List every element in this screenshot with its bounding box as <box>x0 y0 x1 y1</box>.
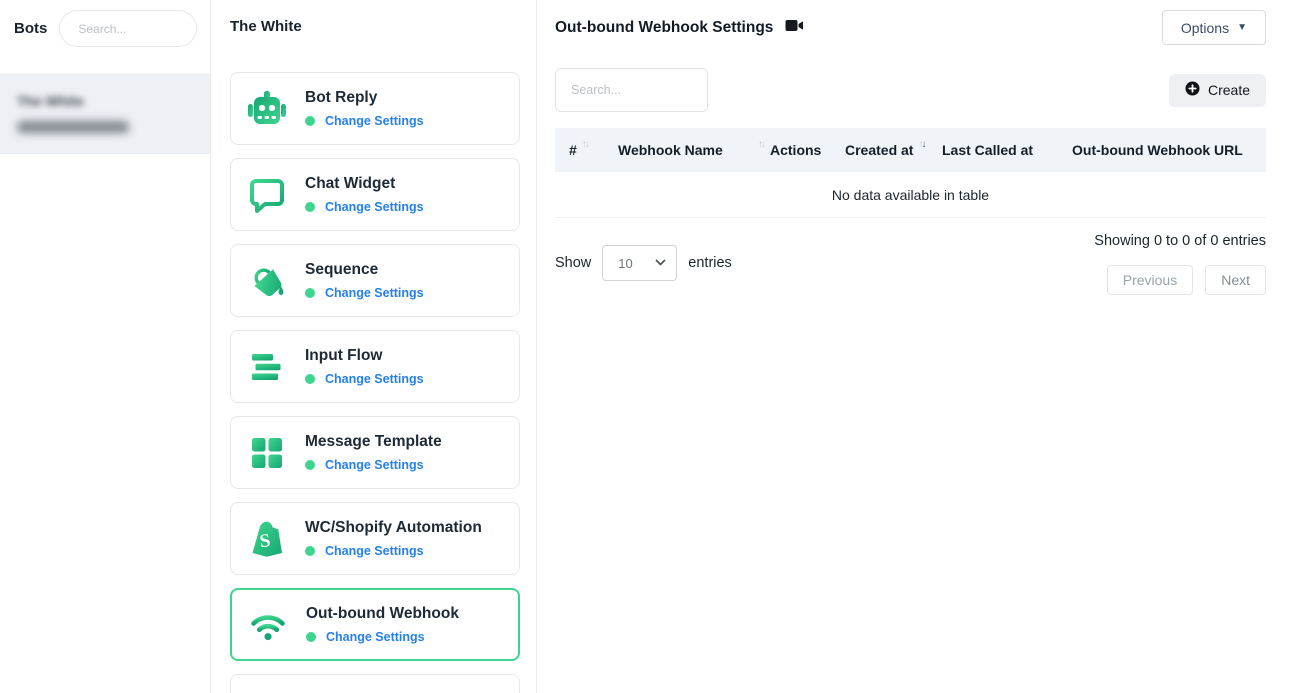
pagination-summary: Showing 0 to 0 of 0 entries <box>1094 233 1266 249</box>
card-sequence[interactable]: Sequence Change Settings <box>230 244 520 317</box>
create-button[interactable]: Create <box>1169 74 1266 107</box>
change-settings-link[interactable]: Change Settings <box>325 286 424 300</box>
change-settings-link[interactable]: Change Settings <box>325 200 424 214</box>
column-header-created-at[interactable]: Created at ↑↓ <box>845 142 942 158</box>
entries-label: entries <box>688 255 732 271</box>
column-header-number[interactable]: # ↑↓ <box>569 142 618 158</box>
plus-circle-icon <box>1185 81 1200 99</box>
card-input-flow[interactable]: Input Flow Change Settings <box>230 330 520 403</box>
status-dot <box>305 116 315 126</box>
bot-list-item[interactable]: The White <box>0 73 210 154</box>
card-chat-widget[interactable]: Chat Widget Change Settings <box>230 158 520 231</box>
wifi-icon <box>246 603 290 647</box>
bots-search-input[interactable] <box>59 10 197 47</box>
status-dot <box>306 632 316 642</box>
change-settings-link[interactable]: Change Settings <box>325 458 424 472</box>
caret-down-icon: ▼ <box>1237 22 1247 33</box>
bot-name-masked: The White <box>17 93 84 109</box>
column-header-last-called: Last Called at <box>942 142 1072 158</box>
previous-button[interactable]: Previous <box>1107 265 1193 295</box>
sidebar-title: Bots <box>14 20 47 37</box>
webhook-settings-main: Out-bound Webhook Settings Options ▼ Cre… <box>537 0 1293 693</box>
change-settings-link[interactable]: Change Settings <box>325 372 424 386</box>
card-wc-shopify[interactable]: S WC/Shopify Automation Change Settings <box>230 502 520 575</box>
paint-bucket-icon <box>245 259 289 303</box>
status-dot <box>305 202 315 212</box>
status-dot <box>305 546 315 556</box>
grid-icon <box>245 431 289 475</box>
card-title: Chat Widget <box>305 175 424 193</box>
sort-icon: ↑↓ <box>582 139 588 150</box>
shopify-bag-icon: S <box>245 517 289 561</box>
status-dot <box>305 288 315 298</box>
bot-panel-title: The White <box>230 18 536 35</box>
card-title: Out-bound Webhook <box>306 605 459 623</box>
video-camera-icon <box>785 19 803 37</box>
column-header-webhook-name[interactable]: Webhook Name ↑↓ <box>618 142 770 158</box>
next-button[interactable]: Next <box>1205 265 1266 295</box>
card-title: Sequence <box>305 261 424 279</box>
show-label: Show <box>555 255 591 271</box>
list-bars-icon <box>245 345 289 389</box>
card-title: Input Flow <box>305 347 424 365</box>
page-title: Out-bound Webhook Settings <box>555 19 773 37</box>
sort-icon-active-desc: ↑↓ <box>918 139 924 150</box>
column-header-actions: Actions <box>770 142 845 158</box>
robot-icon <box>245 87 289 131</box>
card-title: Message Template <box>305 433 442 451</box>
card-title: Bot Reply <box>305 89 424 107</box>
status-dot <box>305 460 315 470</box>
status-dot <box>305 374 315 384</box>
change-settings-link[interactable]: Change Settings <box>326 630 425 644</box>
card-title: WC/Shopify Automation <box>305 519 482 537</box>
table-empty-message: No data available in table <box>555 172 1266 218</box>
column-header-webhook-url: Out-bound Webhook URL <box>1072 142 1266 158</box>
options-button[interactable]: Options ▼ <box>1162 10 1266 45</box>
bot-phone-masked <box>17 121 129 133</box>
table-header-row: # ↑↓ Webhook Name ↑↓ Actions Created at … <box>555 128 1266 172</box>
change-settings-link[interactable]: Change Settings <box>325 114 424 128</box>
sort-icon: ↑↓ <box>758 139 764 150</box>
page-size-select[interactable]: 10 <box>602 245 677 281</box>
card-outbound-webhook[interactable]: Out-bound Webhook Change Settings <box>230 588 520 661</box>
card-bot-reply[interactable]: Bot Reply Change Settings <box>230 72 520 145</box>
card-partial[interactable] <box>230 674 520 693</box>
bots-sidebar: Bots The White <box>0 0 211 693</box>
change-settings-link[interactable]: Change Settings <box>325 544 424 558</box>
bot-settings-panel: The White Bot Reply Change Settings <box>211 0 537 693</box>
chat-bubble-icon <box>245 173 289 217</box>
card-message-template[interactable]: Message Template Change Settings <box>230 416 520 489</box>
webhook-search-input[interactable] <box>555 68 708 112</box>
